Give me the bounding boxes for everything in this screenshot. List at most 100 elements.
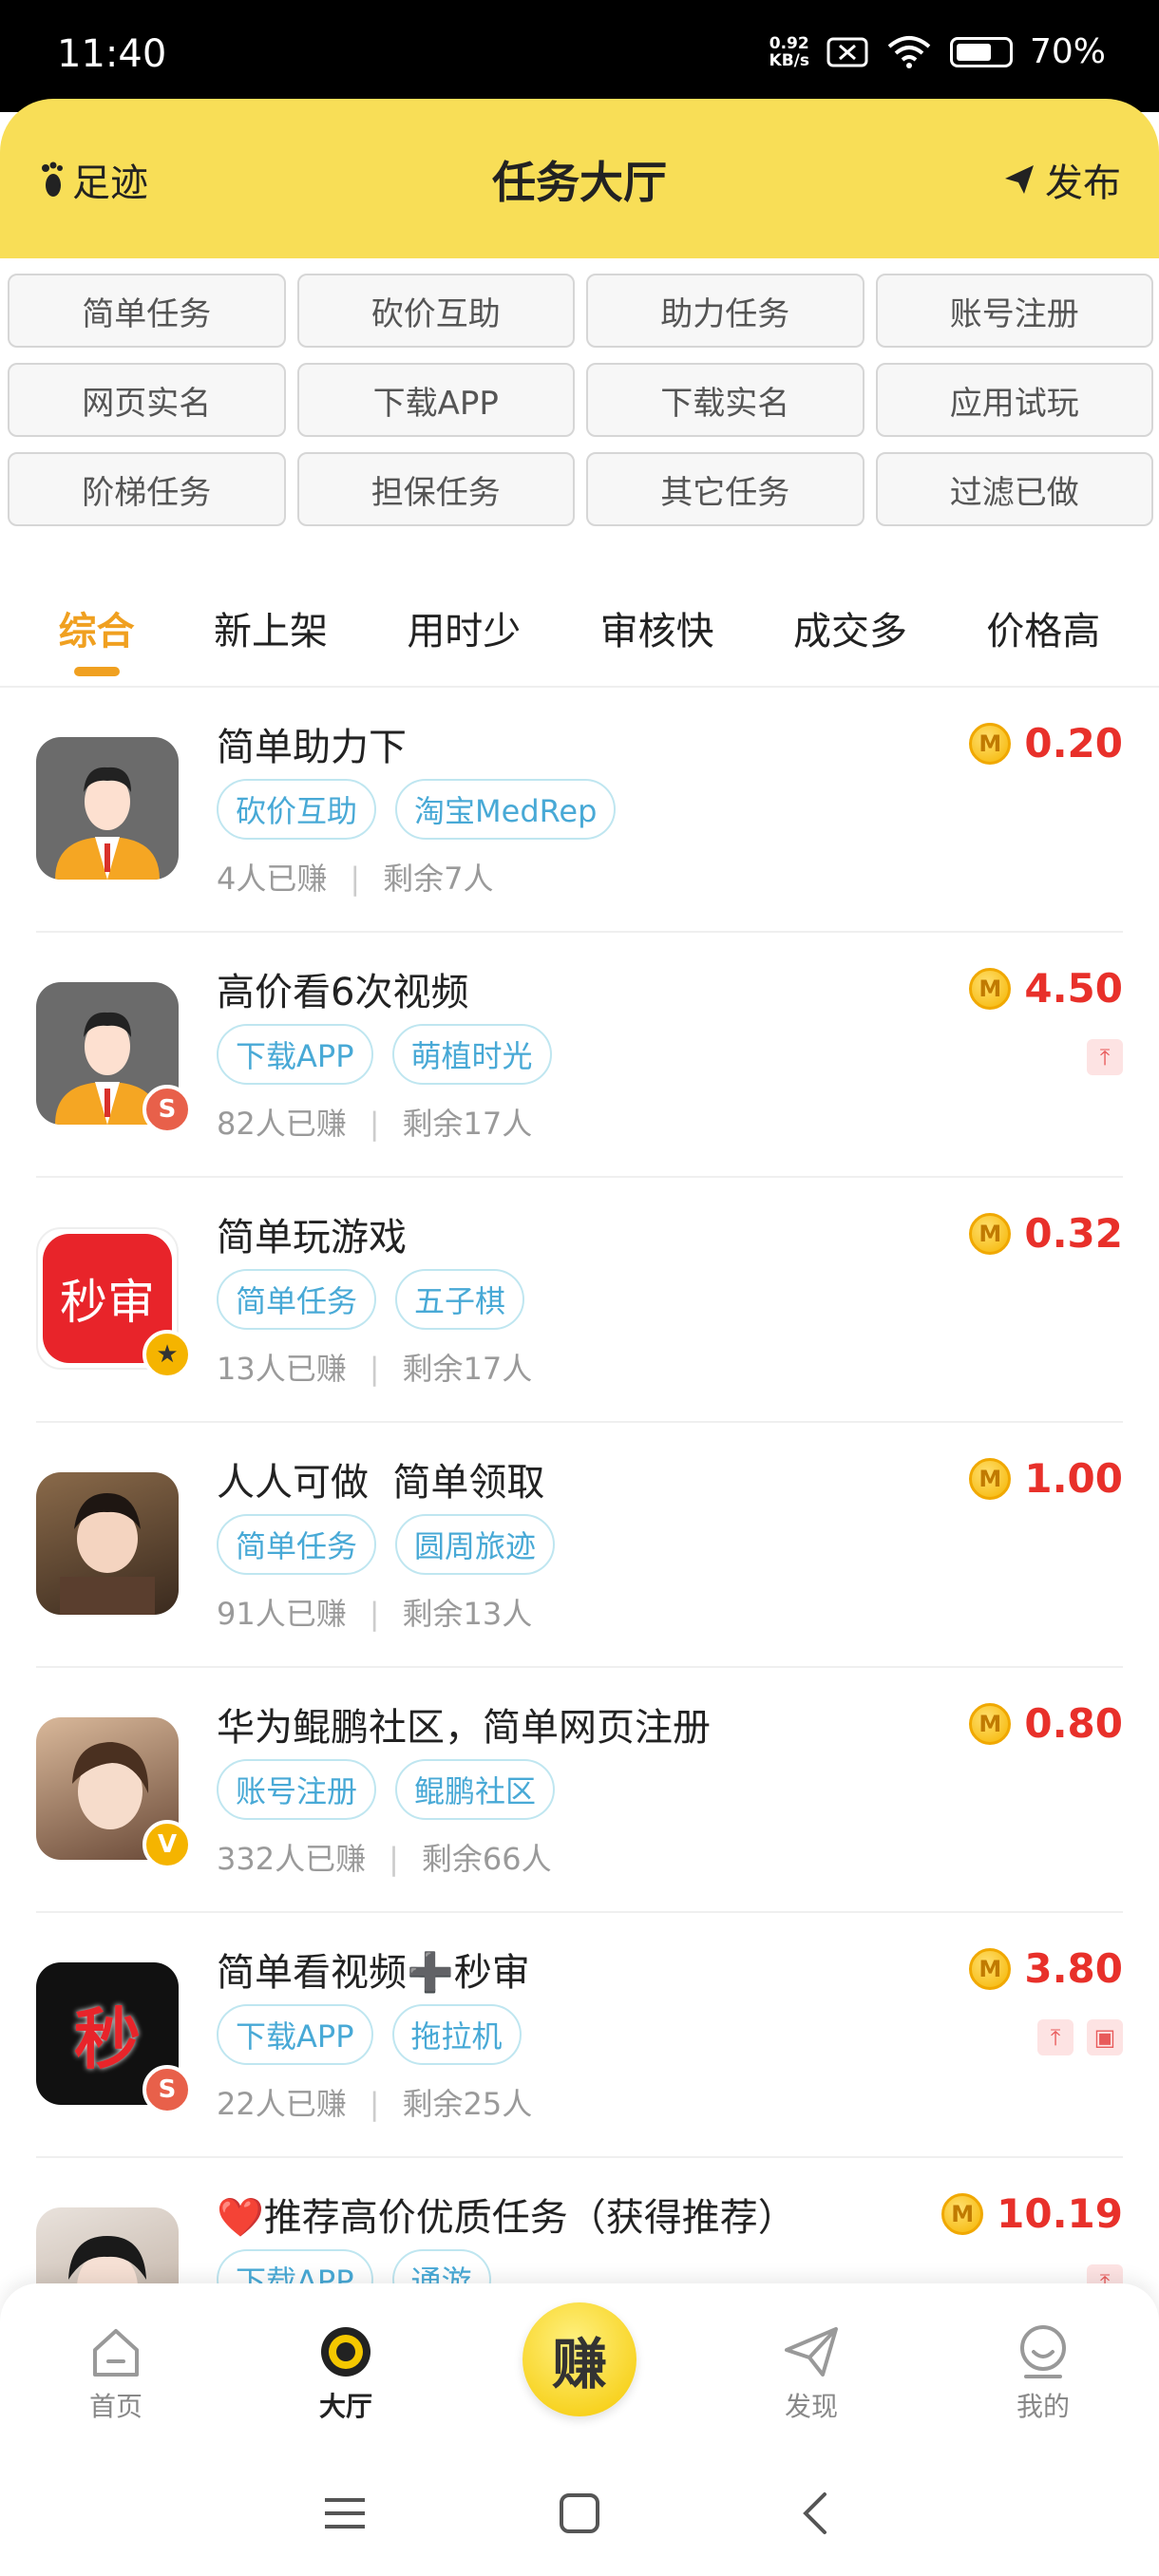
task-item[interactable]: 人人可做 简单领取 简单任务 圆周旅迹 91人已赚 | 剩余13人 M 1.00	[36, 1423, 1123, 1668]
sort-tab-new[interactable]: 新上架	[214, 600, 328, 655]
price-value: 3.80	[1024, 1945, 1123, 1992]
task-price: M 3.80	[969, 1945, 1123, 1992]
task-badge: S	[142, 2065, 192, 2114]
nav-hall[interactable]: 大厅	[270, 2321, 422, 2424]
task-remaining: 剩余17人	[402, 1351, 533, 1387]
nav-mine[interactable]: 我的	[967, 2321, 1119, 2424]
photo-avatar-icon	[60, 1493, 155, 1615]
task-tag: 下载APP	[217, 1024, 373, 1085]
task-badge: V	[142, 1820, 192, 1869]
home-system-button[interactable]	[551, 2485, 608, 2542]
earn-button[interactable]: 赚	[522, 2302, 636, 2416]
meta-separator: |	[389, 1841, 399, 1877]
task-avatar	[36, 737, 179, 880]
task-item[interactable]: S 高价看6次视频 下载APP 萌植时光 82人已赚 | 剩余17人 M 4.50 …	[36, 933, 1123, 1178]
task-remaining: 剩余13人	[402, 1596, 533, 1632]
publish-button[interactable]: 发布	[1003, 152, 1121, 207]
task-earned: 332人已赚	[217, 1841, 367, 1877]
task-badge: S	[142, 1085, 192, 1134]
task-tags: 账号注册 鲲鹏社区	[217, 1759, 556, 1820]
coin-icon: M	[969, 967, 1012, 1010]
pin-top-icon: ⤒	[1037, 2019, 1074, 2055]
publish-label: 发布	[1045, 161, 1121, 205]
net-speed-value: 0.92	[769, 33, 809, 53]
task-tags: 简单任务 五子棋	[217, 1269, 525, 1330]
sort-tab-deals[interactable]: 成交多	[793, 600, 907, 655]
category-item[interactable]: 账号注册	[875, 274, 1153, 348]
task-price: M 1.00	[969, 1455, 1123, 1502]
sort-tab-comprehensive[interactable]: 综合	[59, 600, 135, 676]
task-meta: 82人已赚 | 剩余17人	[217, 1100, 532, 1144]
task-title: 高价看6次视频	[217, 971, 469, 1014]
battery-icon	[949, 36, 1013, 67]
task-list: 简单助力下 砍价互助 淘宝MedRep 4人已赚 | 剩余7人 M 0.20 S 高…	[0, 688, 1159, 2403]
task-badge: ★	[142, 1330, 192, 1379]
home-icon	[93, 2329, 139, 2377]
task-title: 简单看视频➕秒审	[217, 1951, 530, 1995]
category-item[interactable]: 其它任务	[586, 452, 864, 526]
price-value: 10.19	[997, 2190, 1123, 2237]
pin-top-icon: ⤒	[1087, 1039, 1123, 1075]
sim-off-icon	[826, 37, 868, 66]
price-value: 1.00	[1024, 1455, 1123, 1502]
task-tags: 下载APP 萌植时光	[217, 1024, 552, 1085]
task-tag: 五子棋	[395, 1269, 525, 1330]
sort-tab-review[interactable]: 审核快	[600, 600, 714, 655]
task-title: 简单助力下	[217, 726, 407, 769]
task-title: 简单玩游戏	[217, 1216, 407, 1260]
coin-icon: M	[941, 2192, 984, 2235]
task-tags: 简单任务 圆周旅迹	[217, 1514, 556, 1575]
net-speed: 0.92 KB/s	[770, 35, 809, 69]
meta-separator: |	[369, 2086, 380, 2122]
sort-tab-price[interactable]: 价格高	[986, 600, 1100, 655]
task-tag: 简单任务	[217, 1269, 377, 1330]
meta-separator: |	[369, 1351, 380, 1387]
task-title: 华为鲲鹏社区，简单网页注册	[217, 1706, 711, 1750]
task-tag: 账号注册	[217, 1759, 377, 1820]
category-item[interactable]: 下载实名	[586, 363, 864, 437]
meta-separator: |	[350, 861, 361, 897]
coin-icon: M	[969, 1457, 1012, 1500]
category-item[interactable]: 担保任务	[296, 452, 575, 526]
menu-button[interactable]	[316, 2485, 373, 2542]
back-icon	[802, 2492, 826, 2534]
task-tag: 砍价互助	[217, 779, 377, 840]
nav-label: 发现	[784, 2391, 838, 2422]
category-item[interactable]: 助力任务	[586, 274, 864, 348]
task-title: 人人可做 简单领取	[217, 1461, 545, 1505]
sort-tabs: 综合 新上架 用时少 审核快 成交多 价格高	[0, 572, 1159, 684]
nav-label: 大厅	[318, 2391, 372, 2422]
task-item[interactable]: 简单助力下 砍价互助 淘宝MedRep 4人已赚 | 剩余7人 M 0.20	[36, 688, 1123, 933]
sort-tab-time[interactable]: 用时少	[407, 600, 521, 655]
person-icon	[55, 767, 160, 880]
category-item[interactable]: 下载APP	[296, 363, 575, 437]
task-meta: 22人已赚 | 剩余25人	[217, 2080, 532, 2124]
task-tag: 萌植时光	[391, 1024, 552, 1085]
task-item[interactable]: 秒 S 简单看视频➕秒审 下载APP 拖拉机 22人已赚 | 剩余25人 M 3.8…	[36, 1913, 1123, 2158]
task-remaining: 剩余66人	[421, 1841, 552, 1877]
task-tag: 拖拉机	[391, 2004, 522, 2065]
category-item[interactable]: 网页实名	[8, 363, 286, 437]
guarantee-icon: ▣	[1087, 2019, 1123, 2055]
task-earned: 4人已赚	[217, 861, 328, 897]
task-earned: 22人已赚	[217, 2086, 347, 2122]
back-button[interactable]	[786, 2485, 843, 2542]
category-item[interactable]: 阶梯任务	[8, 452, 286, 526]
category-item[interactable]: 砍价互助	[296, 274, 575, 348]
category-grid: 简单任务 砍价互助 助力任务 账号注册 网页实名 下载APP 下载实名 应用试玩…	[8, 274, 1153, 526]
coin-icon: M	[969, 1212, 1012, 1255]
status-right: 0.92 KB/s 70%	[770, 32, 1106, 71]
status-time: 11:40	[57, 32, 167, 76]
task-price: M 0.80	[969, 1700, 1123, 1747]
net-speed-unit: KB/s	[769, 50, 809, 70]
category-item[interactable]: 应用试玩	[875, 363, 1153, 437]
task-item[interactable]: 秒审 ★ 简单玩游戏 简单任务 五子棋 13人已赚 | 剩余17人 M 0.32	[36, 1178, 1123, 1423]
task-item[interactable]: V 华为鲲鹏社区，简单网页注册 账号注册 鲲鹏社区 332人已赚 | 剩余66人 M…	[36, 1668, 1123, 1913]
nav-home[interactable]: 首页	[40, 2321, 192, 2424]
task-price: M 0.20	[969, 720, 1123, 767]
task-remaining: 剩余25人	[402, 2086, 533, 2122]
category-item[interactable]: 过滤已做	[875, 452, 1153, 526]
category-item[interactable]: 简单任务	[8, 274, 286, 348]
price-value: 0.80	[1024, 1700, 1123, 1747]
nav-discover[interactable]: 发现	[735, 2321, 887, 2424]
